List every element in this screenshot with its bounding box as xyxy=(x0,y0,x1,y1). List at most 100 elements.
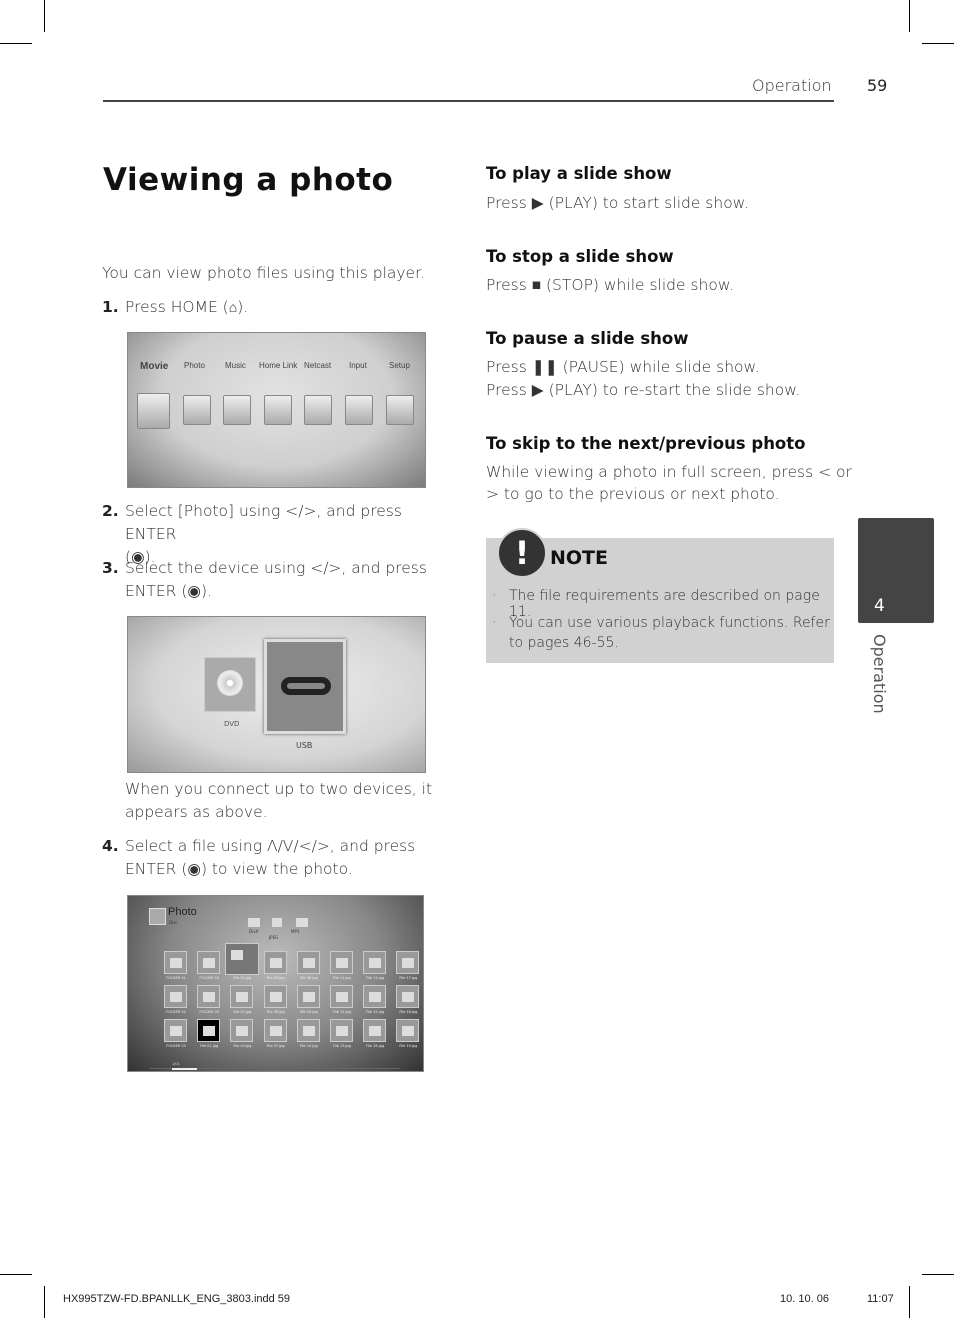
menu-photo: Photo xyxy=(184,361,205,370)
tile-label: FOLDER 02 xyxy=(166,1010,186,1014)
tile-label: File 02.jpg xyxy=(233,976,252,980)
tile-label: FOLDER 01 xyxy=(166,976,186,980)
music-icon xyxy=(223,395,251,425)
photo-tile[interactable] xyxy=(396,985,420,1008)
tile-label: File 07.jpg xyxy=(266,1044,285,1048)
photo-tile[interactable] xyxy=(197,1019,221,1042)
folder-icon xyxy=(296,918,308,927)
folder-tile[interactable] xyxy=(164,985,187,1008)
device-note: When you connect up to two devices, it a… xyxy=(125,780,433,821)
chapter-tab: 4 xyxy=(858,518,934,623)
chapter-number: 4 xyxy=(874,596,885,616)
folder-icon xyxy=(272,918,282,927)
photo-tile[interactable] xyxy=(363,985,387,1008)
crop-mark xyxy=(922,43,954,44)
photo-tile[interactable] xyxy=(296,951,320,974)
tile-label: File 14.jpg xyxy=(366,976,385,980)
photo-tile[interactable] xyxy=(296,1019,320,1042)
tile-label: FOLDER 04 xyxy=(199,976,219,980)
tile-label: FOLDER 05 xyxy=(199,1010,219,1014)
folder-jpeg: JPEG xyxy=(269,935,279,940)
dvd-icon xyxy=(204,657,256,712)
exclamation-icon: ! xyxy=(497,528,547,578)
tile-label: File 10.jpg xyxy=(299,1044,318,1048)
menu-input: Input xyxy=(349,361,367,370)
photo-tile[interactable] xyxy=(330,1019,353,1042)
note-title: NOTE xyxy=(550,547,608,569)
photo-icon xyxy=(183,395,211,425)
note-bullet: · You can use various playback functions.… xyxy=(492,615,830,651)
tile-label: FOLDER 03 xyxy=(166,1044,186,1048)
folder-icon xyxy=(248,918,260,927)
footer-date: 10. 10. 06 xyxy=(780,1293,829,1305)
tile-label: File 05.jpg xyxy=(266,976,285,980)
note-box: ! NOTE · The file requirements are descri… xyxy=(486,528,834,663)
device-menu-screenshot: DVD USB xyxy=(127,616,426,773)
photo-tile[interactable] xyxy=(363,951,387,974)
section-text: > to go to the previous or next photo. xyxy=(486,485,780,503)
chapter-label: Operation xyxy=(870,634,889,714)
step-4: 4. Select a file using Λ/V/</>, and pres… xyxy=(102,837,416,878)
photo-tile[interactable] xyxy=(225,943,260,975)
tile-label: File 13.jpg xyxy=(333,1044,351,1048)
tile-label: File 09.jpg xyxy=(299,1010,318,1014)
tile-label: File 01.jpg xyxy=(200,1044,219,1048)
tile-label: File 16.jpg xyxy=(366,1044,385,1048)
scrollbar[interactable] xyxy=(150,1068,400,1070)
photo-tile[interactable] xyxy=(263,985,287,1008)
input-icon xyxy=(345,395,373,425)
header-rule xyxy=(103,100,834,102)
tile-label: File 18.jpg xyxy=(399,1010,418,1014)
enter-icon: ◉ xyxy=(187,860,201,878)
photo-tile[interactable] xyxy=(330,951,353,974)
device-usb: USB xyxy=(296,741,313,750)
tile-label: File 15.jpg xyxy=(366,1010,385,1014)
crop-mark xyxy=(0,43,32,44)
enter-icon: ◉ xyxy=(187,582,201,600)
footer-time: 11:07 xyxy=(867,1293,894,1305)
folder-tile[interactable] xyxy=(197,985,221,1008)
device-dvd: DVD xyxy=(224,720,240,728)
menu-music: Music xyxy=(225,361,246,370)
intro-text: You can view photo files using this play… xyxy=(102,264,425,282)
photo-tile[interactable] xyxy=(296,985,320,1008)
tile-label: File 11.jpg xyxy=(333,976,351,980)
photo-tile[interactable] xyxy=(230,1019,254,1042)
photo-tile[interactable] xyxy=(396,951,420,974)
photo-menu-screenshot: Photo Disc DivX JPEG MP3 1/01 FOLDER 01 F… xyxy=(127,895,424,1072)
tile-label: File 19.jpg xyxy=(399,1044,418,1048)
tile-label: File 03.jpg xyxy=(233,1010,252,1014)
photo-tile[interactable] xyxy=(330,985,353,1008)
crop-mark xyxy=(909,1286,910,1318)
photo-menu-title: Photo xyxy=(168,906,197,918)
footer-file: HX995TZW-FD.BPANLLK_ENG_3803.indd 59 xyxy=(63,1293,291,1305)
photo-tile[interactable] xyxy=(230,985,254,1008)
folder-tile[interactable] xyxy=(164,951,187,974)
tile-label: File 12.jpg xyxy=(333,1010,351,1014)
crop-mark xyxy=(922,1274,954,1275)
photo-tile[interactable] xyxy=(396,1019,420,1042)
photo-tile[interactable] xyxy=(263,951,287,974)
section-text: Press ❚❚ (PAUSE) while slide show. xyxy=(486,358,760,376)
folder-tile[interactable] xyxy=(164,1019,187,1042)
page-title: Viewing a photo xyxy=(103,162,394,198)
photo-icon xyxy=(149,908,166,925)
home-menu-screenshot: Movie Photo Music Home Link Netcast Inpu… xyxy=(127,332,426,488)
section-text: Press ▶ (PLAY) to start slide show. xyxy=(486,194,749,212)
header-section: Operation xyxy=(752,76,832,95)
setup-icon xyxy=(386,395,414,425)
tile-label: File 04.jpg xyxy=(233,1044,252,1048)
photo-menu-subtitle: Disc xyxy=(169,920,178,925)
page-indicator: 1/01 xyxy=(172,1062,180,1066)
folder-tile[interactable] xyxy=(197,951,221,974)
movie-icon xyxy=(137,393,170,429)
folder-divx: DivX xyxy=(249,929,259,934)
photo-tile[interactable] xyxy=(263,1019,287,1042)
section-title: To pause a slide show xyxy=(486,329,689,348)
section-text: While viewing a photo in full screen, pr… xyxy=(486,463,852,481)
crop-mark xyxy=(44,1286,45,1318)
photo-tile[interactable] xyxy=(363,1019,387,1042)
menu-netcast: Netcast xyxy=(304,361,332,370)
tile-label: File 08.jpg xyxy=(299,976,318,980)
crop-mark xyxy=(909,0,910,32)
